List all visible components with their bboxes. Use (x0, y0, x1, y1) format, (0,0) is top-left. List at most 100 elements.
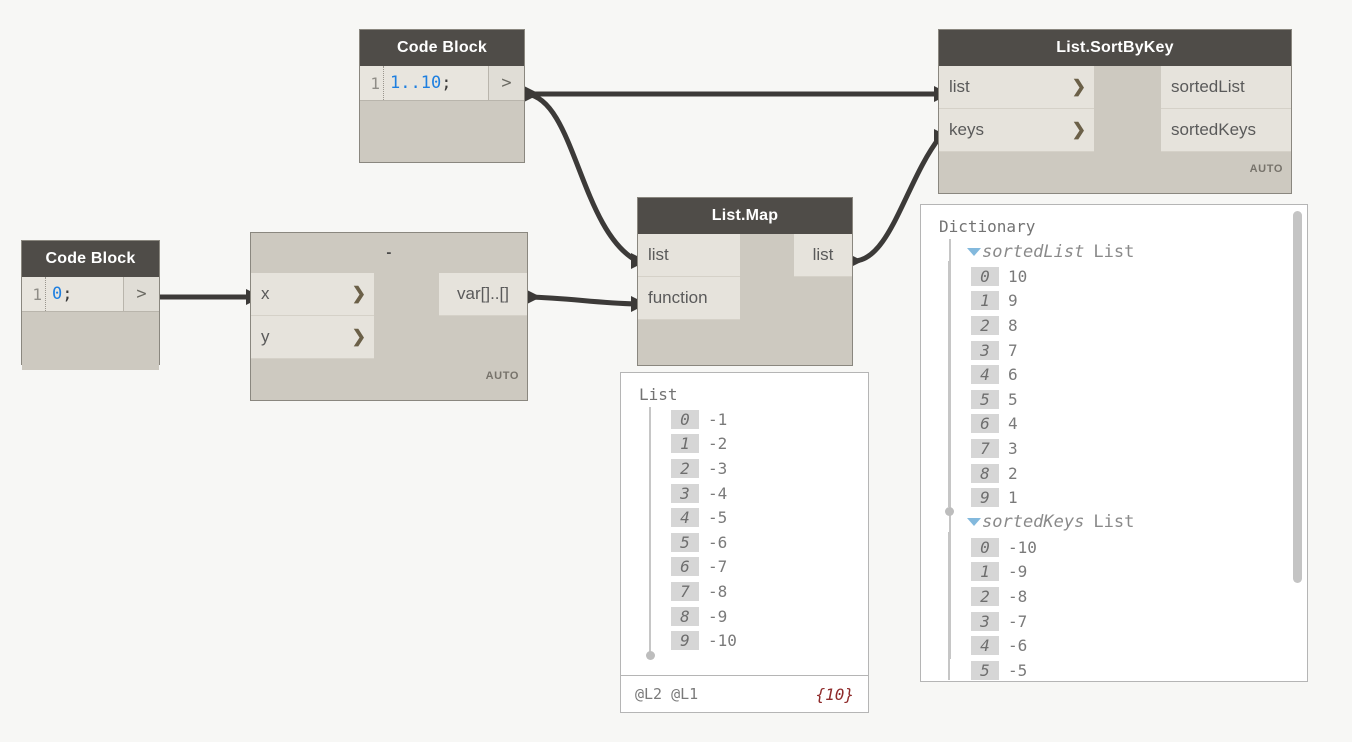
dictionary-item: 3-7 (971, 609, 1307, 634)
list-index-badge: 6 (671, 557, 699, 576)
list-value: 4 (1008, 414, 1018, 433)
list-level-badge: @L2 @L1 (635, 685, 698, 703)
list-index-badge: 1 (971, 291, 999, 310)
input-port-list-label: list (648, 245, 669, 265)
output-port-sortedkeys[interactable]: sortedKeys (1161, 109, 1291, 152)
list-value: 1 (1008, 488, 1018, 507)
dictionary-item: 28 (971, 313, 1307, 338)
expand-triangle-icon[interactable] (967, 518, 981, 526)
node-title-code-block-zero: Code Block (22, 241, 159, 277)
minus-port-row-y: y ❯ (251, 316, 527, 359)
input-port-list[interactable]: list ❯ (939, 66, 1094, 109)
preview-dictionary-body: Dictionary sortedListList010192837465564… (921, 205, 1307, 682)
output-port-var[interactable]: var[]..[] (439, 273, 527, 316)
list-value: -4 (708, 484, 727, 503)
sortbykey-ports: list ❯ sortedList keys ❯ sortedKeys (939, 66, 1291, 152)
dictionary-item: 2-8 (971, 584, 1307, 609)
dictionary-key-name: sortedKeys (982, 512, 1084, 532)
tree-connector-line (948, 532, 950, 680)
dictionary-item: 0-10 (971, 535, 1307, 560)
dictionary-key-row[interactable]: sortedListList (921, 239, 1307, 264)
dictionary-item: 46 (971, 362, 1307, 387)
input-port-y[interactable]: y ❯ (251, 316, 374, 359)
preview-list-rows: 0-11-22-33-44-55-66-77-88-99-10 (621, 407, 868, 653)
input-port-list[interactable]: list (638, 234, 740, 277)
preview-list-group: 0-11-22-33-44-55-66-77-88-99-10 (621, 407, 868, 653)
list-value: -6 (708, 533, 727, 552)
preview-list-title: List (621, 383, 868, 407)
port-nub-range-out (524, 86, 540, 102)
input-port-keys-label: keys (949, 120, 984, 140)
list-item: 8-9 (671, 604, 868, 629)
code-block-out-port-zero[interactable]: > (123, 277, 159, 311)
list-item: 1-2 (671, 432, 868, 457)
input-port-x[interactable]: x ❯ (251, 273, 374, 316)
chevron-right-icon: ❯ (1066, 120, 1086, 140)
list-value: 2 (1008, 464, 1018, 483)
list-index-badge: 0 (671, 410, 699, 429)
list-index-badge: 2 (671, 459, 699, 478)
node-minus[interactable]: - x ❯ var[]..[] y ❯ AUTO (250, 232, 528, 401)
tree-connector-line (649, 407, 651, 655)
list-index-badge: 9 (671, 631, 699, 650)
minus-port-gap (374, 316, 527, 359)
node-list-sortbykey[interactable]: List.SortByKey list ❯ sortedList keys ❯ (938, 29, 1292, 194)
code-block-text-range[interactable]: 1..10; (384, 66, 488, 100)
preview-dictionary-groups: sortedListList010192837465564738291sorte… (921, 239, 1307, 682)
dictionary-item: 19 (971, 289, 1307, 314)
list-value: -1 (708, 410, 727, 429)
input-port-keys[interactable]: keys ❯ (939, 109, 1094, 152)
line-number-gutter: 1 (22, 277, 46, 311)
code-block-editor-row-range[interactable]: 1 1..10; > (360, 66, 524, 101)
output-port-list[interactable]: list (794, 234, 852, 277)
code-block-out-port-range[interactable]: > (488, 66, 524, 100)
code-block-editor-row-zero[interactable]: 1 0; > (22, 277, 159, 312)
sortbykey-port-gap (1094, 109, 1161, 152)
tree-connector-line (948, 261, 950, 507)
node-title-code-block-range: Code Block (360, 30, 524, 66)
expand-triangle-icon[interactable] (967, 248, 981, 256)
minus-ports: x ❯ var[]..[] y ❯ (251, 273, 527, 359)
node-title-list-map: List.Map (638, 198, 852, 234)
list-index-badge: 8 (971, 464, 999, 483)
dictionary-key-row[interactable]: sortedKeys List (921, 510, 1307, 535)
dictionary-group: sortedListList010192837465564738291 (921, 239, 1307, 510)
list-index-badge: 4 (971, 636, 999, 655)
minus-footer: AUTO (251, 359, 527, 385)
output-port-sortedlist[interactable]: sortedList (1161, 66, 1291, 109)
node-code-block-zero[interactable]: Code Block 1 0; > (21, 240, 160, 365)
list-index-badge: 5 (971, 390, 999, 409)
list-item: 9 -10 (671, 628, 868, 653)
dictionary-item: 82 (971, 461, 1307, 486)
list-value: -7 (708, 557, 727, 576)
dictionary-item: 64 (971, 412, 1307, 437)
code-terminator: ; (441, 73, 451, 93)
preview-panel-dictionary[interactable]: Dictionary sortedListList010192837465564… (920, 204, 1308, 682)
sortbykey-port-row-keys: keys ❯ sortedKeys (939, 109, 1291, 152)
input-port-function[interactable]: function (638, 277, 740, 320)
wire-minus-to-function (528, 297, 637, 304)
list-value: 8 (1008, 316, 1018, 335)
code-literal: 1..10 (390, 73, 441, 93)
node-title-list-sortbykey: List.SortByKey (939, 30, 1291, 66)
list-value: -10 (708, 631, 737, 650)
list-item: 3-4 (671, 481, 868, 506)
dictionary-scrollbar-thumb[interactable] (1293, 211, 1302, 583)
preview-panel-list-map[interactable]: List 0-11-22-33-44-55-66-77-88-99-10 @L2… (620, 372, 869, 713)
graph-canvas[interactable]: Code Block 1 1..10; > Code Block 1 0; > … (0, 0, 1352, 742)
dictionary-item: 4 -6 (971, 633, 1307, 658)
wire-range-to-map-list (527, 94, 637, 261)
node-code-block-range[interactable]: Code Block 1 1..10; > (359, 29, 525, 163)
code-block-text-zero[interactable]: 0; (46, 277, 123, 311)
list-value: -3 (708, 459, 727, 478)
list-value: 3 (1008, 439, 1018, 458)
list-index-badge: 3 (971, 612, 999, 631)
output-port-sortedlist-label: sortedList (1171, 77, 1245, 97)
dictionary-item: 5-5 (971, 658, 1307, 682)
list-value: -8 (1008, 587, 1027, 606)
dictionary-key-type: List (1093, 512, 1134, 532)
node-list-map[interactable]: List.Map list list function (637, 197, 853, 366)
list-item: 6 -7 (671, 555, 868, 580)
list-value: -6 (1008, 636, 1027, 655)
tree-terminator-dot (646, 651, 655, 660)
